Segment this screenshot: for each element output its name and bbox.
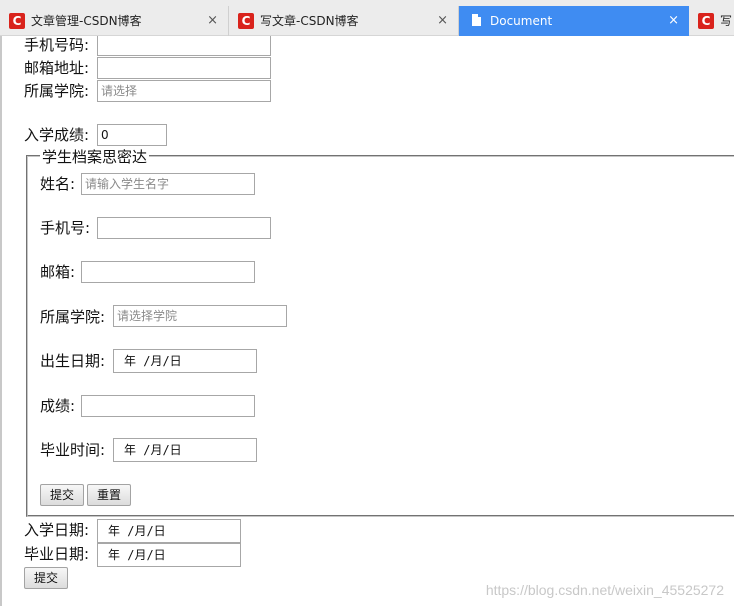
phone-input[interactable] [97, 36, 271, 56]
college-input[interactable] [97, 80, 271, 102]
grad-date-label: 毕业日期: [24, 545, 90, 563]
enroll-date-label: 入学日期: [24, 521, 90, 539]
csdn-favicon: C [698, 13, 714, 29]
tab-title: 写文章-CSDN博客 [260, 14, 359, 28]
tab-write-article-2[interactable]: C 写 [689, 6, 734, 36]
email-input[interactable] [97, 57, 271, 79]
fs-score-input[interactable] [81, 395, 255, 417]
fs-reset-button[interactable]: 重置 [87, 484, 131, 506]
fs-email-input[interactable] [81, 261, 255, 283]
grad-date-input[interactable]: 年 /月/日 [97, 543, 241, 567]
score-input[interactable] [97, 124, 167, 146]
birth-date-input[interactable]: 年 /月/日 [113, 349, 257, 373]
birth-date-label: 出生日期: [40, 352, 106, 370]
score-label: 入学成绩: [24, 126, 90, 144]
browser-tab-bar: C 文章管理-CSDN博客 × C 写文章-CSDN博客 × Document … [0, 0, 734, 36]
student-profile-fieldset [26, 155, 734, 517]
tab-title: 写 [720, 14, 733, 28]
document-icon [472, 14, 481, 26]
close-icon[interactable]: × [207, 6, 218, 36]
fs-submit-button[interactable]: 提交 [40, 484, 84, 506]
name-label: 姓名: [40, 175, 76, 193]
fieldset-legend: 学生档案思密达 [40, 148, 150, 166]
enroll-date-input[interactable]: 年 /月/日 [97, 519, 241, 543]
page-content: 手机号码: 邮箱地址: 所属学院: 入学成绩: 学生档案思密达 姓名: 手机号:… [0, 36, 734, 606]
email-label: 邮箱地址: [24, 59, 90, 77]
fs-email-label: 邮箱: [40, 263, 76, 281]
watermark: https://blog.csdn.net/weixin_45525272 [485, 582, 724, 598]
close-icon[interactable]: × [437, 6, 448, 36]
phone-label: 手机号码: [24, 36, 90, 54]
tab-article-management[interactable]: C 文章管理-CSDN博客 × [0, 6, 229, 36]
tab-title: Document [490, 14, 553, 28]
name-input[interactable] [81, 173, 255, 195]
tab-document[interactable]: Document × [459, 6, 689, 36]
fs-phone-label: 手机号: [40, 219, 91, 237]
college-label: 所属学院: [24, 82, 90, 100]
grad-time-label: 毕业时间: [40, 441, 106, 459]
csdn-favicon: C [238, 13, 254, 29]
fs-phone-input[interactable] [97, 217, 271, 239]
fs-college-label: 所属学院: [40, 308, 106, 326]
fs-score-label: 成绩: [40, 397, 76, 415]
grad-time-input[interactable]: 年 /月/日 [113, 438, 257, 462]
tab-title: 文章管理-CSDN博客 [31, 14, 142, 28]
close-icon[interactable]: × [668, 6, 679, 36]
submit-button[interactable]: 提交 [24, 567, 68, 589]
fs-college-input[interactable] [113, 305, 287, 327]
csdn-favicon: C [9, 13, 25, 29]
tab-write-article[interactable]: C 写文章-CSDN博客 × [229, 6, 459, 36]
